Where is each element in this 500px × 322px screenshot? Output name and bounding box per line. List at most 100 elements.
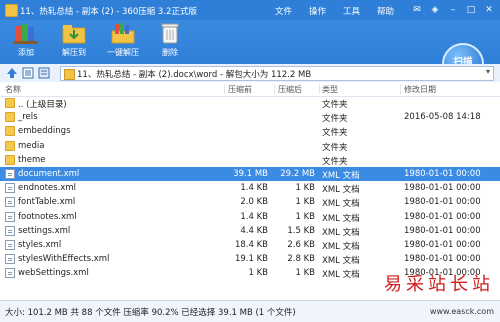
xml-file-icon xyxy=(5,211,15,222)
file-type: XML 文档 xyxy=(322,227,360,238)
list-view-icon[interactable] xyxy=(38,67,50,79)
watermark-logo: 易采站长站 xyxy=(384,274,494,295)
chevron-down-icon[interactable]: ▾ xyxy=(486,67,490,76)
file-type: 文件夹 xyxy=(322,114,348,125)
close-icon[interactable]: ✕ xyxy=(482,3,496,17)
file-type: XML 文档 xyxy=(322,256,360,267)
address-bar: 11、热轧总结 - 副本 (2).docx\word - 解包大小为 112.2… xyxy=(0,64,500,83)
minimize-icon[interactable]: – xyxy=(446,3,460,17)
col-divider xyxy=(319,84,320,94)
file-size-after: 2.8 KB xyxy=(287,254,315,265)
table-row[interactable]: theme 文件夹 xyxy=(0,153,500,167)
extract-to-label: 解压到 xyxy=(62,48,86,57)
table-row[interactable]: endnotes.xml 1.4 KB 1 KB XML 文档 1980-01-01 0… xyxy=(0,181,500,195)
menu-tools[interactable]: 工具 xyxy=(343,5,360,17)
file-name: embeddings xyxy=(18,126,71,137)
col-before[interactable]: 压缩前 xyxy=(228,84,252,95)
file-name: footnotes.xml xyxy=(18,211,77,222)
xml-file-icon xyxy=(5,197,15,208)
one-click-extract-button[interactable]: 一键解压 xyxy=(103,22,143,62)
folder-icon xyxy=(5,112,15,123)
window-title: 11、热轧总结 - 副本 (2) - 360压缩 3.2正式版 xyxy=(20,7,197,17)
extract-to-icon xyxy=(62,22,86,44)
table-row[interactable]: settings.xml 4.4 KB 1.5 KB XML 文档 1980-01-01… xyxy=(0,224,500,238)
file-type: XML 文档 xyxy=(322,270,360,281)
table-row[interactable]: media 文件夹 xyxy=(0,139,500,153)
menu-file[interactable]: 文件 xyxy=(275,5,292,17)
col-divider xyxy=(224,84,225,94)
xml-file-icon xyxy=(5,268,15,279)
folder-icon xyxy=(5,126,15,137)
file-date: 1980-01-01 00:00 xyxy=(404,197,481,208)
file-size-before: 1 KB xyxy=(248,268,268,279)
file-size-after: 1.5 KB xyxy=(287,225,315,236)
file-name: document.xml xyxy=(18,169,80,179)
watermark-url: www.easck.com xyxy=(429,307,494,316)
table-row[interactable]: stylesWithEffects.xml 19.1 KB 2.8 KB XML 文档… xyxy=(0,252,500,266)
title-bar: 11、热轧总结 - 副本 (2) - 360压缩 3.2正式版 文件 操作 工具… xyxy=(0,0,500,20)
col-name[interactable]: 名称 xyxy=(5,84,21,95)
file-list: .. (上级目录) 文件夹 _rels 文件夹 2016-05-08 14:18 embe… xyxy=(0,96,500,284)
file-size-before: 19.1 KB xyxy=(234,254,268,265)
col-type[interactable]: 类型 xyxy=(322,84,338,95)
address-field[interactable]: 11、热轧总结 - 副本 (2).docx\word - 解包大小为 112.2… xyxy=(60,66,494,81)
file-type: XML 文档 xyxy=(322,171,360,181)
trash-icon xyxy=(158,22,182,44)
file-size-before: 2.0 KB xyxy=(240,197,268,208)
file-type: XML 文档 xyxy=(322,213,360,224)
one-click-extract-icon xyxy=(111,22,135,44)
file-size-before: 4.4 KB xyxy=(240,225,268,236)
table-row[interactable]: embeddings 文件夹 xyxy=(0,124,500,138)
skin-icon[interactable]: ◈ xyxy=(428,3,442,17)
file-date: 1980-01-01 00:00 xyxy=(404,183,481,194)
file-type: XML 文档 xyxy=(322,199,360,210)
file-date: 1980-01-01 00:00 xyxy=(404,225,481,236)
xml-file-icon xyxy=(5,240,15,250)
add-button[interactable]: 添加 xyxy=(6,22,46,62)
col-date[interactable]: 修改日期 xyxy=(404,84,436,95)
archive-icon xyxy=(64,69,75,80)
file-name: stylesWithEffects.xml xyxy=(18,254,110,265)
address-path: 11、热轧总结 - 副本 (2).docx\word - 解包大小为 112.2… xyxy=(77,70,312,80)
xml-file-icon xyxy=(5,225,15,236)
file-name: webSettings.xml xyxy=(18,268,89,279)
file-name: endnotes.xml xyxy=(18,183,76,194)
table-row[interactable]: .. (上级目录) 文件夹 xyxy=(0,96,500,110)
menu-operation[interactable]: 操作 xyxy=(309,5,326,17)
file-date: 1980-01-01 00:00 xyxy=(404,254,481,265)
folder-icon xyxy=(5,140,15,151)
table-row[interactable]: styles.xml 18.4 KB 2.6 KB XML 文档 1980-01-01 … xyxy=(0,238,500,252)
details-view-icon[interactable] xyxy=(22,67,34,79)
file-date: 1980-01-01 00:00 xyxy=(404,240,481,250)
col-after[interactable]: 压缩后 xyxy=(278,84,302,95)
up-arrow-icon[interactable] xyxy=(6,67,18,79)
app-logo-icon xyxy=(5,4,18,17)
file-type: 文件夹 xyxy=(322,128,348,139)
table-row[interactable]: footnotes.xml 1.4 KB 1 KB XML 文档 1980-01-01 … xyxy=(0,210,500,224)
delete-button[interactable]: 删除 xyxy=(150,22,190,62)
file-size-after: 1 KB xyxy=(295,197,315,208)
file-size-before: 39.1 MB xyxy=(233,169,268,179)
file-name: theme xyxy=(18,154,46,165)
file-size-before: 18.4 KB xyxy=(234,240,268,250)
table-row[interactable]: _rels 文件夹 2016-05-08 14:18 xyxy=(0,110,500,124)
file-date: 1980-01-01 00:00 xyxy=(404,211,481,222)
file-name: .. (上级目录) xyxy=(18,100,67,110)
file-type: 文件夹 xyxy=(322,100,348,110)
feedback-icon[interactable]: ✉ xyxy=(410,3,424,17)
file-size-after: 2.6 KB xyxy=(287,240,315,250)
file-name: media xyxy=(18,140,45,151)
maximize-icon[interactable]: □ xyxy=(464,3,478,17)
file-name: fontTable.xml xyxy=(18,197,76,208)
extract-to-button[interactable]: 解压到 xyxy=(54,22,94,62)
table-row[interactable]: fontTable.xml 2.0 KB 1 KB XML 文档 1980-01-01 … xyxy=(0,195,500,209)
file-type: XML 文档 xyxy=(322,242,360,252)
col-divider xyxy=(274,84,275,94)
one-click-extract-label: 一键解压 xyxy=(107,48,139,57)
file-date: 1980-01-01 00:00 xyxy=(404,169,481,179)
status-text: 大小: 101.2 MB 共 88 个文件 压缩率 90.2% 已经选择 39.… xyxy=(5,308,296,318)
file-name: settings.xml xyxy=(18,225,71,236)
table-row[interactable]: document.xml 39.1 MB 29.2 MB XML 文档 1980-01-… xyxy=(0,167,500,181)
menu-help[interactable]: 帮助 xyxy=(377,5,394,17)
column-header: 名称 压缩前 压缩后 类型 修改日期 xyxy=(0,82,500,97)
